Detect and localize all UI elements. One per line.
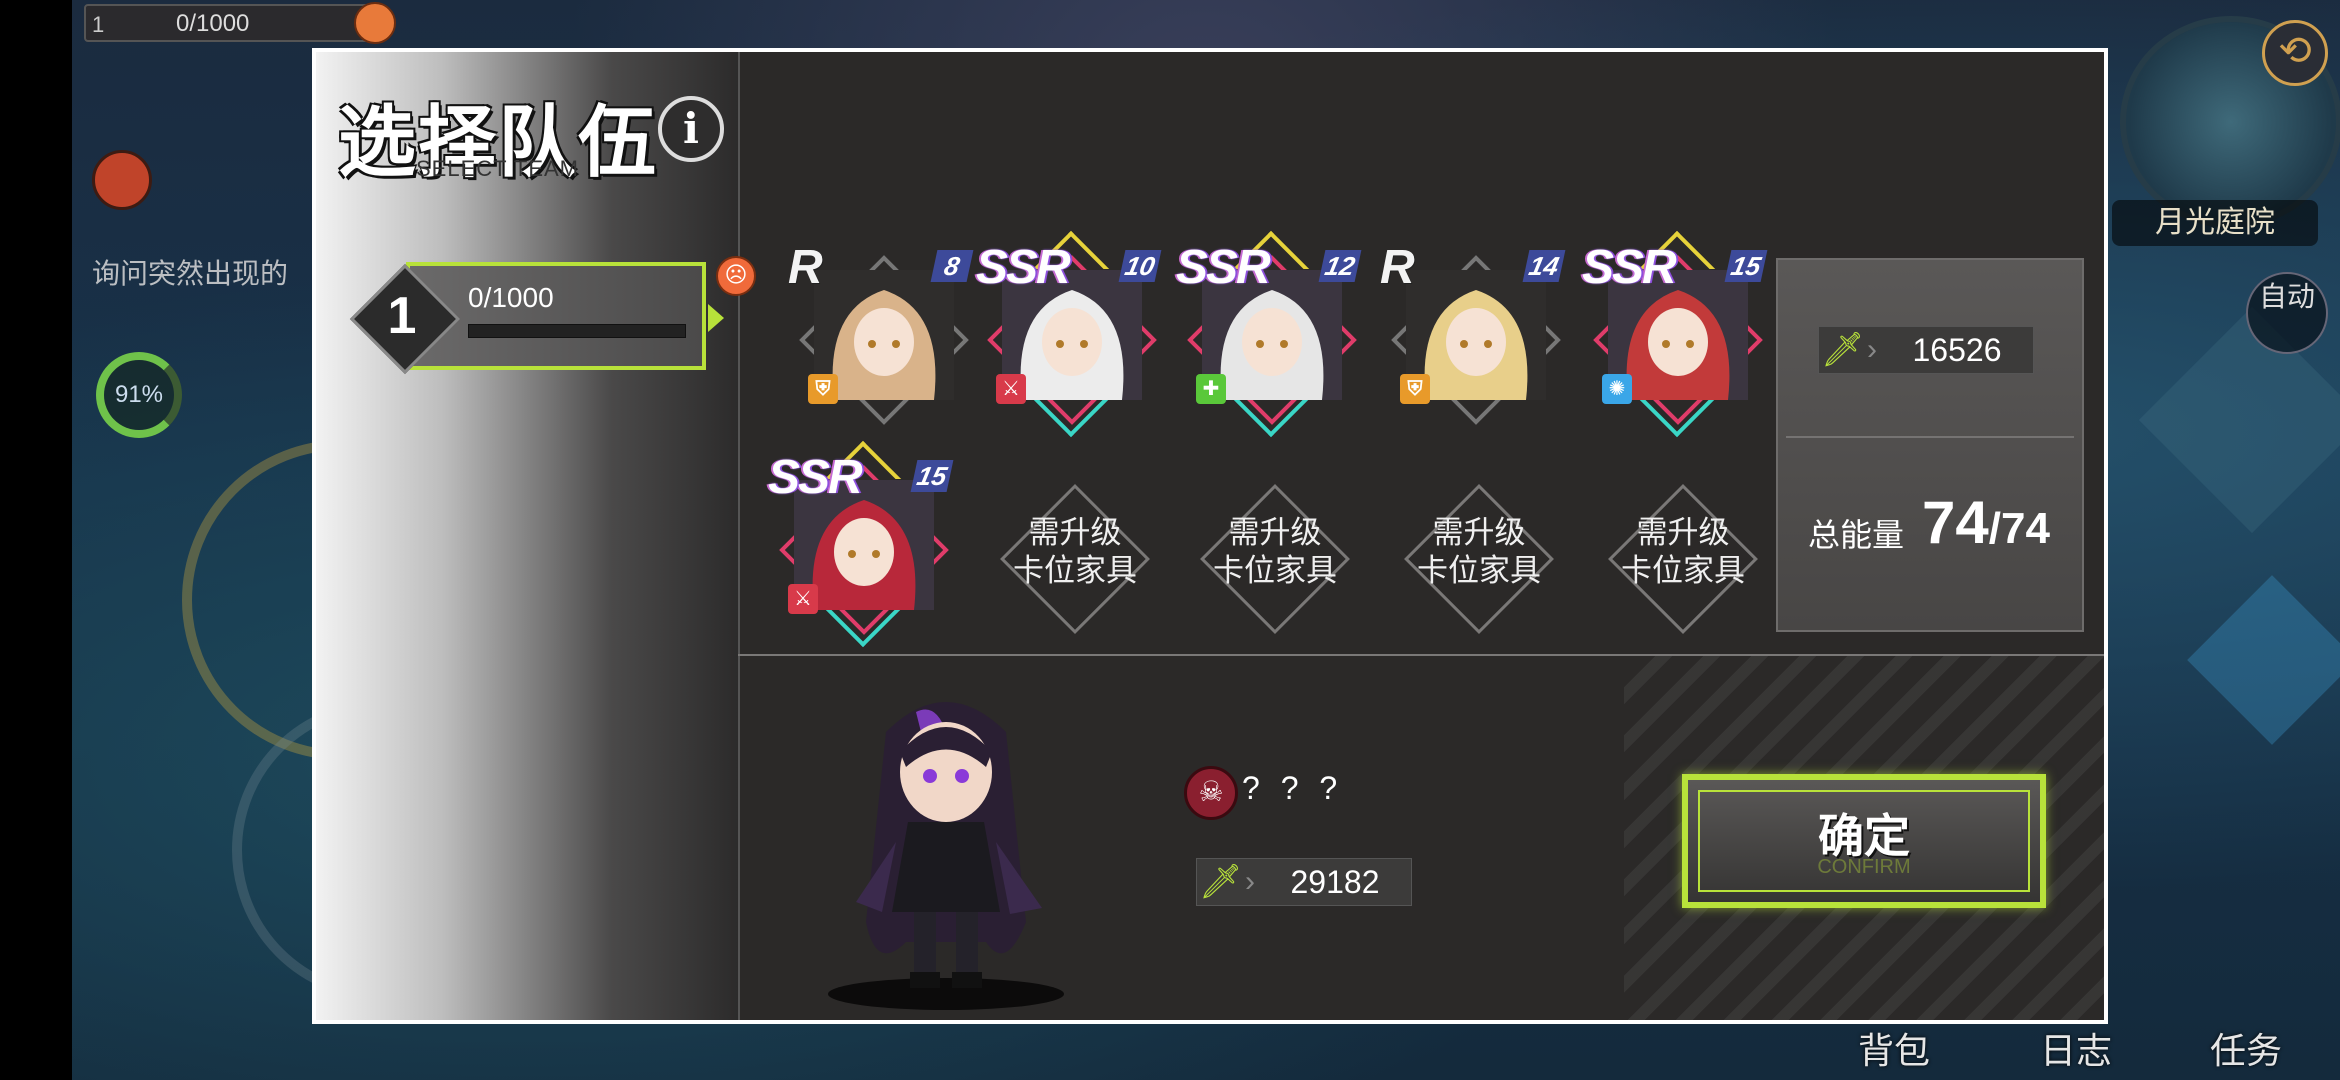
level-badge: 15 bbox=[1724, 250, 1768, 282]
select-team-dialog: 选择队伍 SELECT TEAM i 1 0/1000 ☹ ↶ R8⛨ SSR1… bbox=[312, 48, 2108, 1024]
progress-percent: 91% bbox=[114, 381, 164, 408]
auto-button[interactable]: 自动 bbox=[2246, 272, 2328, 354]
locked-slot: 需升级 卡位家具 bbox=[1588, 464, 1778, 654]
team-slot-1[interactable]: 1 0/1000 ☹ bbox=[344, 256, 756, 375]
energy-max: /74 bbox=[1988, 504, 2050, 553]
energy-value: 74/74 bbox=[1922, 488, 2050, 557]
character-card[interactable]: SSR 12 ✚ bbox=[1172, 230, 1372, 438]
energy-label: 总能量 bbox=[1808, 517, 1905, 553]
team-list-panel: 选择队伍 SELECT TEAM i 1 0/1000 ☹ bbox=[316, 52, 756, 1020]
team-number-badge: 1 bbox=[349, 263, 461, 375]
locked-slot-line1: 需升级 bbox=[1636, 515, 1730, 550]
progress-ring: 91% bbox=[96, 352, 182, 438]
heal-icon: ✚ bbox=[1196, 374, 1226, 404]
team-hp-bar bbox=[468, 324, 686, 338]
enemy-power-value: 29182 bbox=[1290, 864, 1380, 900]
level-badge: 15 bbox=[910, 460, 954, 492]
top-team-hp-text: 0/1000 bbox=[176, 10, 250, 37]
locked-slot: 需升级 卡位家具 bbox=[1384, 464, 1574, 654]
enemy-sprite bbox=[828, 702, 1064, 1010]
rarity-label: SSR bbox=[1582, 241, 1677, 294]
location-label: 月光庭院 bbox=[2112, 200, 2318, 246]
dagger-icon: ⚔ bbox=[788, 584, 818, 614]
magic-icon: ✺ bbox=[1602, 374, 1632, 404]
locked-slot-line1: 需升级 bbox=[1432, 515, 1526, 550]
rarity-label: R bbox=[788, 241, 823, 294]
character-card[interactable]: SSR 15 ⚔ bbox=[764, 440, 964, 648]
selected-arrow-icon bbox=[708, 304, 724, 332]
locked-slot-line2: 卡位家具 bbox=[1213, 553, 1337, 588]
locked-slot-line2: 卡位家具 bbox=[1417, 553, 1541, 588]
level-badge: 10 bbox=[1118, 250, 1162, 282]
bag-button[interactable]: 背包 bbox=[1858, 1022, 1930, 1074]
rarity-label: R bbox=[1380, 241, 1415, 294]
enemy-name: ? ? ? bbox=[1242, 770, 1344, 806]
team-stat-panel: 🗡 › 16526 总能量 74/74 bbox=[1776, 258, 2084, 632]
locked-slot: 需升级 卡位家具 bbox=[980, 464, 1170, 654]
stat-divider bbox=[1786, 436, 2074, 438]
team-power-value: 16526 bbox=[1912, 332, 2002, 368]
skull-icon: ☠ bbox=[1184, 766, 1238, 820]
sword-icon: 🗡 bbox=[1821, 331, 1865, 369]
angry-face-icon: ☹ bbox=[716, 256, 756, 296]
level-badge: 14 bbox=[1522, 250, 1566, 282]
chevron-right-icon: › bbox=[1245, 865, 1255, 898]
character-card[interactable]: R 14 ⛨ bbox=[1376, 240, 1576, 430]
character-card[interactable]: SSR 10 ⚔ bbox=[972, 230, 1172, 438]
angry-face-icon bbox=[354, 2, 396, 44]
locked-slot-line1: 需升级 bbox=[1228, 515, 1322, 550]
dagger-icon: ⚔ bbox=[996, 374, 1026, 404]
flame-icon[interactable] bbox=[92, 150, 152, 210]
enemy-power-box: 🗡 › 29182 bbox=[1196, 858, 1412, 906]
character-card[interactable]: SSR 15 ✺ bbox=[1578, 230, 1778, 438]
team-number: 1 bbox=[387, 287, 417, 345]
info-icon[interactable]: i bbox=[658, 96, 724, 162]
locked-slot-line2: 卡位家具 bbox=[1013, 553, 1137, 588]
locked-slot-line1: 需升级 bbox=[1028, 515, 1122, 550]
level-badge: 8 bbox=[930, 250, 974, 282]
rarity-label: SSR bbox=[1176, 241, 1271, 294]
energy-current: 74 bbox=[1922, 489, 1989, 556]
sword-icon: 🗡 bbox=[1199, 863, 1243, 901]
locked-slot-line2: 卡位家具 bbox=[1621, 553, 1745, 588]
confirm-button[interactable]: 确定 CONFIRM bbox=[1682, 774, 2046, 908]
team-hp-text: 0/1000 bbox=[468, 282, 554, 313]
confirm-sublabel: CONFIRM bbox=[1817, 856, 1911, 878]
top-team-level: 1 bbox=[92, 12, 105, 37]
log-button[interactable]: 日志 bbox=[2040, 1022, 2112, 1074]
chevron-right-icon: › bbox=[1867, 333, 1877, 366]
character-card[interactable]: R 8 ⛨ bbox=[784, 240, 984, 430]
undo-icon[interactable]: ⟲ bbox=[2262, 20, 2328, 86]
dialog-subtitle: SELECT TEAM bbox=[416, 156, 580, 181]
rarity-label: SSR bbox=[768, 451, 863, 504]
task-button[interactable]: 任务 bbox=[2210, 1022, 2282, 1074]
rarity-label: SSR bbox=[976, 241, 1071, 294]
team-power-box: 🗡 › 16526 bbox=[1818, 326, 2034, 374]
shield-icon: ⛨ bbox=[808, 374, 838, 404]
level-badge: 12 bbox=[1318, 250, 1362, 282]
scene-crystal bbox=[2187, 575, 2340, 745]
top-team-hp-bar: 1 0/1000 bbox=[84, 4, 378, 42]
shield-icon: ⛨ bbox=[1400, 374, 1430, 404]
locked-slot: 需升级 卡位家具 bbox=[1180, 464, 1370, 654]
quest-text[interactable]: 询问突然出现的 bbox=[92, 252, 288, 292]
